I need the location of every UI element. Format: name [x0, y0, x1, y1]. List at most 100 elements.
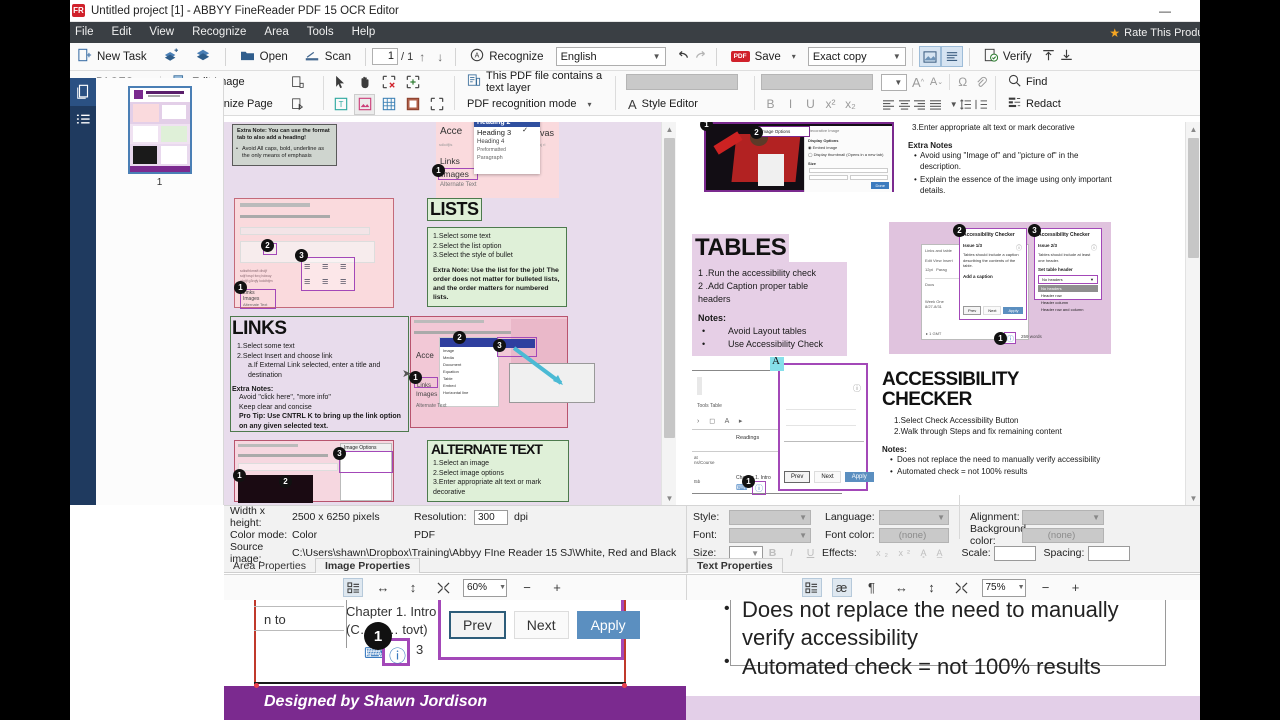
layers-button[interactable] [187, 45, 219, 69]
page-thumbnail-container[interactable]: 1 [127, 86, 192, 188]
header-option-3[interactable]: Header row and column [1038, 306, 1098, 313]
fit-best-button-right[interactable] [952, 578, 972, 597]
decrease-font-size-button[interactable]: A ⌄ [929, 73, 944, 92]
font-family-select[interactable] [761, 74, 873, 90]
checker2-apply-button[interactable]: Apply [1003, 307, 1024, 314]
fit-height-button-right[interactable]: ↕ [922, 578, 942, 597]
popup-help-icon[interactable]: ⓘ [853, 383, 861, 394]
crop-area-button[interactable] [426, 94, 447, 115]
zoom-preview-right[interactable]: • Does not replace the need to manually … [686, 600, 1200, 720]
preview-prev-button[interactable]: Prev [449, 611, 506, 639]
checker2-prev-button[interactable]: Prev [963, 306, 982, 315]
preview-next-button[interactable]: Next [513, 611, 569, 639]
superscript-button[interactable]: x² [821, 95, 840, 114]
text-area-button[interactable]: T [330, 94, 351, 115]
tab-text-properties[interactable]: Text Properties [687, 558, 783, 573]
background-color-value[interactable]: (none) [1022, 527, 1104, 543]
open-button[interactable]: Open [232, 45, 296, 69]
tab-image-properties[interactable]: Image Properties [314, 558, 421, 573]
scroll-down-icon-2[interactable]: ▼ [1186, 491, 1200, 505]
save-button[interactable]: PDF Save ▾ [723, 45, 804, 69]
text-language-select[interactable]: ▼ [879, 509, 949, 525]
text-underline-button[interactable]: U [801, 547, 820, 559]
text-font-select[interactable]: ▼ [729, 527, 811, 543]
heading-menu-item-1[interactable]: Heading 3 [474, 127, 540, 138]
page-options-icon-2[interactable] [287, 95, 307, 113]
increase-font-size-button[interactable]: A ^ [910, 73, 925, 92]
italic-button[interactable]: I [781, 95, 800, 114]
recognize-button[interactable]: A Recognize [462, 45, 551, 69]
previous-page-button[interactable]: ↑ [413, 50, 431, 64]
bold-button[interactable]: B [761, 95, 780, 114]
menu-item-view[interactable]: View [140, 22, 183, 43]
image-viewer-pane[interactable]: Extra Note: You can use the format tab t… [224, 122, 676, 505]
header-option-1[interactable]: Header row [1038, 292, 1098, 299]
checker-help-icon-2[interactable]: ⓘ [1091, 243, 1097, 252]
heading-menu-item-3[interactable]: Preformatted [474, 146, 540, 154]
zoom-out-button-left[interactable]: − [517, 578, 537, 597]
add-pages-button[interactable] [155, 45, 187, 69]
header-option-2[interactable]: Header column [1038, 299, 1098, 306]
select-tool-button[interactable] [330, 72, 351, 93]
background-area-button[interactable] [402, 94, 423, 115]
preview-apply-button[interactable]: Apply [576, 611, 640, 639]
new-task-button[interactable]: New Task [70, 45, 155, 69]
menu-item-file[interactable]: File [66, 22, 103, 43]
send-down-button[interactable] [1058, 48, 1076, 65]
align-justify-button[interactable] [928, 95, 943, 114]
image-area-button[interactable] [354, 93, 375, 115]
fit-page-button-left[interactable] [343, 578, 363, 597]
fit-page-button-right[interactable] [801, 578, 822, 597]
scale-input[interactable] [993, 545, 1036, 561]
redact-button[interactable]: Redact [1002, 94, 1067, 114]
menu-item-edit[interactable]: Edit [103, 22, 141, 43]
alignment-select[interactable]: ▼ [1022, 509, 1104, 525]
tab-area-properties[interactable]: Area Properties [224, 559, 315, 573]
fit-width-button-left[interactable]: ↔ [373, 578, 393, 597]
style-select[interactable]: ▼ [729, 509, 811, 525]
scrollbar-thumb-2[interactable] [1188, 138, 1199, 258]
save-mode-select[interactable]: Exact copy ▼ [807, 47, 906, 66]
minimize-button[interactable]: — [1142, 0, 1188, 22]
menu-item-help[interactable]: Help [343, 22, 385, 43]
paragraph-direction-button[interactable] [974, 95, 989, 114]
page-options-icon-1[interactable] [287, 73, 307, 91]
redo-button[interactable] [692, 49, 710, 64]
spacing-input[interactable] [1087, 545, 1130, 561]
scroll-up-icon-2[interactable]: ▲ [1186, 122, 1200, 136]
align-dropdown-icon[interactable]: ▼ [950, 100, 958, 109]
style-editor-button[interactable]: A Style Editor [622, 94, 704, 114]
show-nonprinting-button[interactable]: æ [831, 578, 852, 597]
table-area-button[interactable] [378, 94, 399, 115]
line-spacing-button[interactable] [959, 95, 974, 114]
zoom-in-button-left[interactable]: + [547, 578, 567, 597]
zoom-preview-left[interactable]: n to Chapter 1. Intro (C……… tovt) ⌨ ⓘ 3 … [224, 600, 686, 720]
add-area-button[interactable] [402, 72, 423, 93]
rail-pages-button[interactable] [70, 78, 96, 106]
page-thumbnail[interactable] [127, 86, 192, 174]
paragraph-style-select[interactable] [626, 74, 738, 90]
subscript-button[interactable]: x₂ [841, 95, 860, 114]
scrollbar-thumb[interactable] [664, 138, 675, 438]
rail-list-button[interactable] [70, 106, 96, 134]
zoom-level-select-right[interactable]: 75% ▼ [981, 578, 1026, 597]
language-select[interactable]: English ▼ [555, 47, 666, 66]
popup-prev-button[interactable]: Prev [784, 471, 811, 483]
scroll-down-icon[interactable]: ▼ [662, 491, 676, 505]
font-size-select[interactable]: ▼ [881, 73, 908, 91]
text-italic-button[interactable]: I [782, 547, 801, 559]
text-viewer-scrollbar[interactable]: ▲ ▼ [1185, 122, 1200, 505]
heading-menu-item-4[interactable]: Paragraph [474, 154, 540, 162]
save-dropdown-icon[interactable]: ▾ [792, 52, 796, 61]
effects-buttons[interactable]: x₂ x² Ḁ A̲ [876, 548, 947, 558]
font-color-value[interactable]: (none) [879, 527, 949, 543]
checker2-next-button[interactable]: Next [983, 306, 1002, 315]
delete-area-button[interactable] [378, 72, 399, 93]
page-number-input[interactable]: 1 [372, 48, 398, 65]
scan-button[interactable]: Scan [296, 45, 359, 69]
next-page-button[interactable]: ↓ [431, 50, 449, 64]
align-center-button[interactable] [897, 95, 912, 114]
send-up-button[interactable] [1040, 48, 1058, 65]
align-left-button[interactable] [881, 95, 896, 114]
image-viewer-scrollbar[interactable]: ▲ ▼ [661, 122, 676, 505]
